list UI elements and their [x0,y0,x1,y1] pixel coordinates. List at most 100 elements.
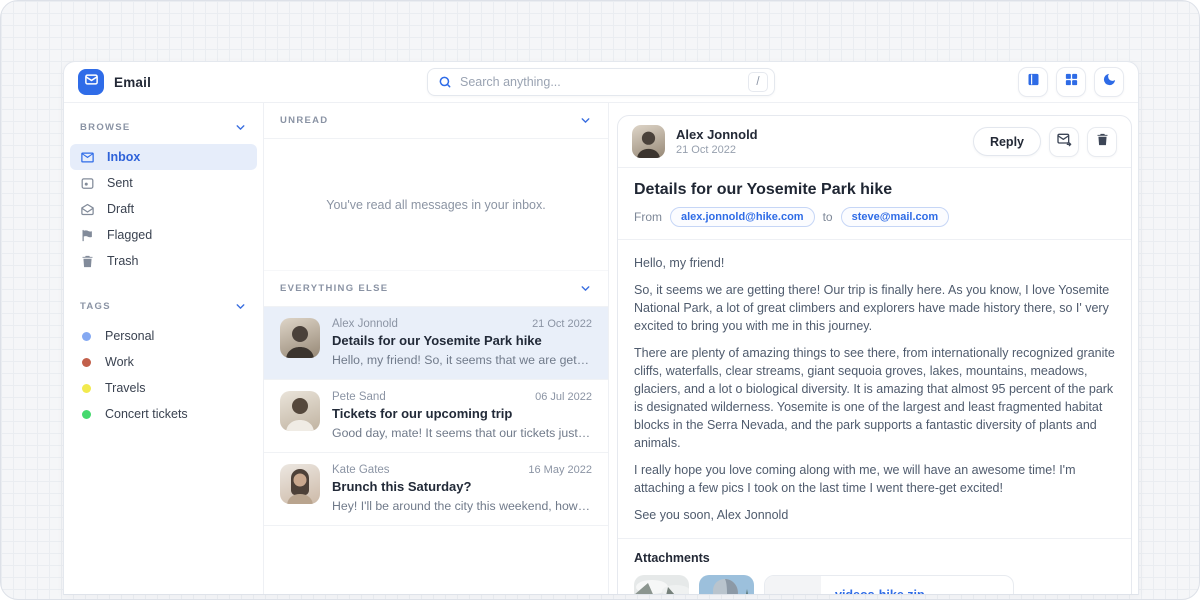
chevron-down-icon[interactable] [234,121,247,134]
unread-empty-state: You've read all messages in your inbox. [264,139,608,271]
notebook-button[interactable] [1018,67,1048,97]
forward-mail-button[interactable] [1049,127,1079,157]
avatar [280,391,320,431]
search-input[interactable] [460,75,748,89]
mail-list-column: UNREAD You've read all messages in your … [264,103,609,594]
tag-label: Travels [105,381,146,395]
mail-item-date: 16 May 2022 [528,464,592,476]
avatar [280,318,320,358]
mail-item-subject: Tickets for our upcoming trip [332,406,592,421]
mail-item-body: Pete Sand 06 Jul 2022 Tickets for our up… [332,391,592,440]
mail-item-sender: Pete Sand [332,391,386,403]
mail-actions: Reply [973,127,1117,157]
mail-item-subject: Details for our Yosemite Park hike [332,333,592,348]
mail-item-body: Kate Gates 16 May 2022 Brunch this Satur… [332,464,592,513]
mail-detail-card: Alex Jonnold 21 Oct 2022 Reply [617,115,1132,594]
to-address-chip[interactable]: steve@mail.com [841,207,950,227]
search-shortcut-badge: / [748,72,768,92]
tag-item-concert-tickets[interactable]: Concert tickets [70,401,257,427]
mail-item-preview: Good day, mate! It seems that our ticket… [332,426,592,440]
folder-icon [765,576,821,594]
chevron-down-icon[interactable] [234,300,247,313]
reply-button[interactable]: Reply [973,127,1041,156]
mail-item-date: 21 Oct 2022 [532,318,592,330]
sidebar-item-trash[interactable]: Trash [70,248,257,274]
draft-icon [80,202,95,217]
everything-else-section-header[interactable]: EVERYTHING ELSE [264,271,608,307]
envelope-logo-icon [84,72,99,92]
unread-section-header[interactable]: UNREAD [264,103,608,139]
attachments-row: videos-hike.zip 100 MB [634,575,1115,594]
browse-section-header[interactable]: BROWSE [70,113,257,140]
file-meta: videos-hike.zip 100 MB [821,576,939,594]
from-to-row: From alex.jonnold@hike.com to steve@mail… [618,199,1131,240]
sidebar-item-inbox[interactable]: Inbox [70,144,257,170]
apps-grid-button[interactable] [1056,67,1086,97]
mail-date: 21 Oct 2022 [676,144,758,156]
envelope-forward-icon [1056,131,1072,152]
sender-name: Alex Jonnold [676,127,758,142]
sidebar-item-label: Draft [107,202,134,216]
from-label: From [634,210,662,224]
chevron-down-icon[interactable] [579,282,592,295]
mail-list-item[interactable]: Alex Jonnold 21 Oct 2022 Details for our… [264,307,608,380]
mail-paragraph: See you soon, Alex Jonnold [634,506,1115,524]
mail-item-date: 06 Jul 2022 [535,391,592,403]
notebook-icon [1026,72,1041,92]
attachment-file-card[interactable]: videos-hike.zip 100 MB [764,575,1014,594]
trash-icon [80,254,95,269]
from-address-chip[interactable]: alex.jonnold@hike.com [670,207,815,227]
mail-item-preview: Hey! I'll be around the city this weeken… [332,499,592,513]
mail-item-subject: Brunch this Saturday? [332,479,592,494]
tag-item-travels[interactable]: Travels [70,375,257,401]
tags-section-header[interactable]: TAGS [70,292,257,319]
mail-list-item[interactable]: Pete Sand 06 Jul 2022 Tickets for our up… [264,380,608,453]
window-frame: Email / [0,0,1200,600]
app-title: Email [114,75,151,90]
mail-list-item[interactable]: Kate Gates 16 May 2022 Brunch this Satur… [264,453,608,526]
email-app-panel: Email / [63,61,1139,595]
search-icon [438,75,452,89]
browse-nav: Inbox Sent Draft [70,144,257,274]
mail-item-preview: Hello, my friend! So, it seems that we a… [332,353,592,367]
everything-else-section-label: EVERYTHING ELSE [280,283,388,294]
delete-mail-button[interactable] [1087,127,1117,157]
apps-grid-icon [1064,72,1079,92]
mail-item-body: Alex Jonnold 21 Oct 2022 Details for our… [332,318,592,367]
sidebar: BROWSE Inbox [64,103,264,594]
attachments-label: Attachments [634,551,1115,565]
mail-paragraph: I really hope you love coming along with… [634,461,1115,497]
spacer [70,274,257,292]
dark-mode-button[interactable] [1094,67,1124,97]
tag-label: Personal [105,329,154,343]
sender-meta: Alex Jonnold 21 Oct 2022 [676,127,758,156]
mail-detail-header: Alex Jonnold 21 Oct 2022 Reply [618,116,1131,168]
browse-section-label: BROWSE [80,122,131,133]
sidebar-item-flagged[interactable]: Flagged [70,222,257,248]
sidebar-item-label: Sent [107,176,133,190]
app-header: Email / [64,62,1138,103]
attachment-photo-valley[interactable] [634,575,689,594]
tag-item-personal[interactable]: Personal [70,323,257,349]
chevron-down-icon[interactable] [579,114,592,127]
sidebar-item-draft[interactable]: Draft [70,196,257,222]
search-bar[interactable]: / [427,68,775,96]
attachment-photo-half-dome[interactable] [699,575,754,594]
trash-icon [1095,132,1110,152]
sidebar-item-label: Inbox [107,150,140,164]
attachments-section: Attachments [618,539,1131,594]
file-name-link[interactable]: videos-hike.zip [835,588,925,594]
to-label: to [823,210,833,224]
mail-paragraph: Hello, my friend! [634,254,1115,272]
tags-section-label: TAGS [80,301,111,312]
inbox-icon [80,150,95,165]
mail-detail-panel: Alex Jonnold 21 Oct 2022 Reply [609,103,1138,594]
sent-icon [80,176,95,191]
header-actions [1018,67,1124,97]
sidebar-item-label: Flagged [107,228,152,242]
sidebar-item-sent[interactable]: Sent [70,170,257,196]
mail-item-sender: Kate Gates [332,464,390,476]
tag-item-work[interactable]: Work [70,349,257,375]
unread-section-label: UNREAD [280,115,328,126]
flag-icon [80,228,95,243]
